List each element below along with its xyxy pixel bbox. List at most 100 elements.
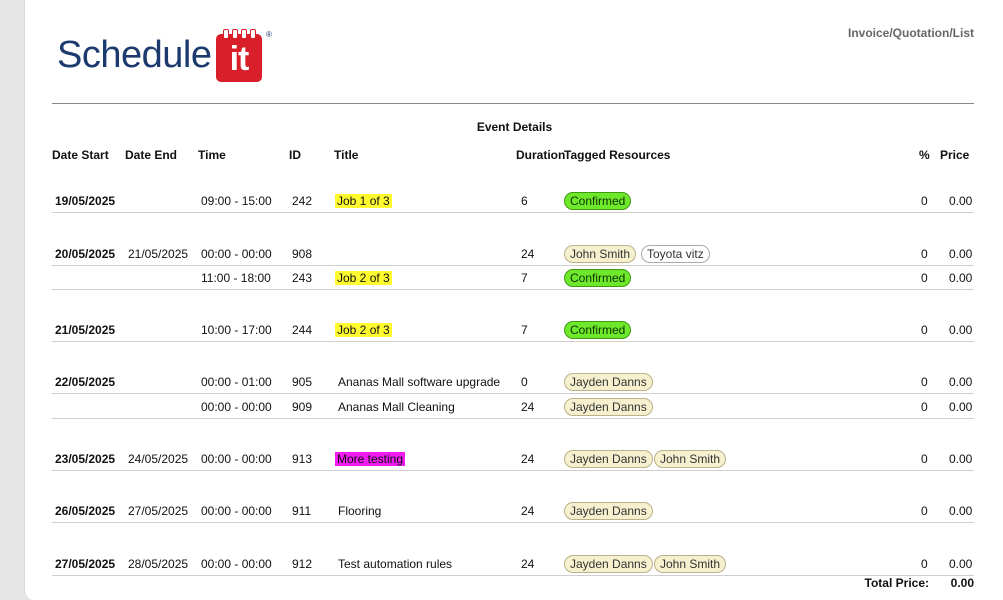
cell-percent: 0: [921, 375, 928, 389]
table-row: 23/05/2025 24/05/2025 00:00 - 00:00 913 24 0 0…: [52, 446, 974, 471]
cell-duration: 24: [521, 504, 535, 518]
cell-time: 00:00 - 00:00: [201, 247, 272, 261]
cell-title: Ananas Mall software upgrade: [338, 375, 501, 389]
cell-percent: 0: [921, 323, 928, 337]
cell-price: 0.00: [949, 247, 973, 261]
cell-time: 09:00 - 15:00: [201, 194, 272, 208]
cell-date-start: 23/05/2025: [55, 452, 116, 466]
cell-duration: 0: [521, 375, 528, 389]
col-header-percent: %: [919, 148, 930, 162]
resource-tag: Jayden Danns: [564, 373, 653, 391]
cell-percent: 0: [921, 247, 928, 261]
cell-time: 11:00 - 18:00: [201, 271, 271, 285]
resource-tag: John Smith: [564, 245, 637, 263]
cell-date-end: 24/05/2025: [128, 452, 189, 466]
col-header-id: ID: [289, 148, 301, 162]
resource-tag: John Smith: [654, 555, 727, 573]
table-row: 11:00 - 18:00 243 7 0 0.00 Job 2 of 3 Confirme…: [52, 265, 974, 290]
cell-title: Job 2 of 3: [335, 323, 392, 337]
cell-duration: 24: [521, 557, 535, 571]
col-header-time: Time: [198, 148, 226, 162]
cell-time: 00:00 - 01:00: [201, 375, 272, 389]
resource-tag: Jayden Danns: [564, 555, 653, 573]
document-page: Schedule it ® Invoice/Quotation/List Eve…: [24, 0, 1003, 600]
calendar-logo-icon: it: [216, 29, 262, 82]
cell-title: Ananas Mall Cleaning: [338, 400, 455, 414]
cell-price: 0.00: [949, 323, 973, 337]
cell-price: 0.00: [949, 375, 973, 389]
col-header-date-start: Date Start: [52, 148, 109, 162]
cell-time: 00:00 - 00:00: [201, 452, 272, 466]
cell-time: 00:00 - 00:00: [201, 557, 272, 571]
cell-time: 00:00 - 00:00: [201, 400, 272, 414]
cell-date-end: 21/05/2025: [128, 247, 189, 261]
cell-title: Job 2 of 3: [335, 271, 392, 285]
resource-tag: Jayden Danns: [564, 502, 653, 520]
cell-id: 908: [292, 247, 313, 261]
cell-price: 0.00: [949, 400, 973, 414]
cell-id: 244: [292, 323, 313, 337]
cell-date-start: 27/05/2025: [55, 557, 116, 571]
cell-id: 912: [292, 557, 313, 571]
resource-tag: John Smith: [654, 450, 727, 468]
section-title: Event Details: [476, 120, 553, 134]
cell-id: 242: [292, 194, 313, 208]
cell-duration: 24: [521, 247, 535, 261]
col-header-duration: Duration: [516, 148, 566, 162]
cell-id: 243: [292, 271, 313, 285]
cell-duration: 7: [521, 323, 528, 337]
cell-percent: 0: [921, 271, 928, 285]
cell-id: 913: [292, 452, 313, 466]
cell-duration: 24: [521, 400, 535, 414]
status-badge: Confirmed: [564, 192, 632, 210]
table-row: 27/05/2025 28/05/2025 00:00 - 00:00 912 24 0 0…: [52, 551, 974, 576]
cell-title: Test automation rules: [338, 557, 453, 571]
cell-title: More testing: [335, 452, 406, 466]
cell-time: 00:00 - 00:00: [201, 504, 272, 518]
total-price-label: Total Price:: [864, 576, 929, 590]
table-row: 19/05/2025 09:00 - 15:00 242 6 0 0.00 Job 1 of…: [52, 188, 974, 213]
cell-percent: 0: [921, 557, 928, 571]
cell-date-end: 27/05/2025: [128, 504, 189, 518]
cell-date-start: 26/05/2025: [55, 504, 116, 518]
table-row: 26/05/2025 27/05/2025 00:00 - 00:00 911 24 0 0…: [52, 498, 974, 523]
registered-mark: ®: [266, 30, 272, 39]
cell-date-start: 20/05/2025: [55, 247, 116, 261]
table-row: 00:00 - 00:00 909 24 0 0.00 Ananas Mall Clean…: [52, 394, 974, 419]
cell-percent: 0: [921, 194, 928, 208]
table-row: 22/05/2025 00:00 - 01:00 905 0 0 0.00 Ananas M…: [52, 369, 974, 394]
cell-date-start: 22/05/2025: [55, 375, 116, 389]
cell-price: 0.00: [949, 271, 973, 285]
cell-title: Job 1 of 3: [335, 194, 392, 208]
header-divider: [52, 103, 974, 104]
status-badge: Confirmed: [564, 269, 632, 287]
total-price-value: 0.00: [950, 576, 974, 590]
cell-date-end: 28/05/2025: [128, 557, 189, 571]
cell-duration: 7: [521, 271, 528, 285]
cell-date-start: 19/05/2025: [55, 194, 116, 208]
status-badge: Confirmed: [564, 321, 632, 339]
table-row: 20/05/2025 21/05/2025 00:00 - 00:00 908 24 0 0…: [52, 241, 974, 266]
cell-date-start: 21/05/2025: [55, 323, 116, 337]
cell-percent: 0: [921, 400, 928, 414]
cell-price: 0.00: [949, 452, 973, 466]
col-header-price: Price: [940, 148, 970, 162]
col-header-date-end: Date End: [125, 148, 178, 162]
document-type-label: Invoice/Quotation/List: [847, 26, 974, 40]
logo-wordmark: Schedule: [57, 34, 212, 76]
resource-tag: Jayden Danns: [564, 398, 653, 416]
cell-percent: 0: [921, 504, 928, 518]
resource-tag: Toyota vitz: [641, 245, 710, 263]
resource-tag: Jayden Danns: [564, 450, 653, 468]
table-row: 21/05/2025 10:00 - 17:00 244 7 0 0.00 Job 2 of…: [52, 317, 974, 342]
col-header-title: Title: [334, 148, 359, 162]
cell-id: 905: [292, 375, 313, 389]
cell-duration: 6: [521, 194, 528, 208]
cell-id: 911: [292, 504, 312, 518]
cell-price: 0.00: [949, 194, 973, 208]
cell-id: 909: [292, 400, 313, 414]
col-header-tagged-resources: Tagged Resources: [564, 148, 671, 162]
cell-price: 0.00: [949, 504, 973, 518]
cell-duration: 24: [521, 452, 535, 466]
cell-price: 0.00: [949, 557, 973, 571]
